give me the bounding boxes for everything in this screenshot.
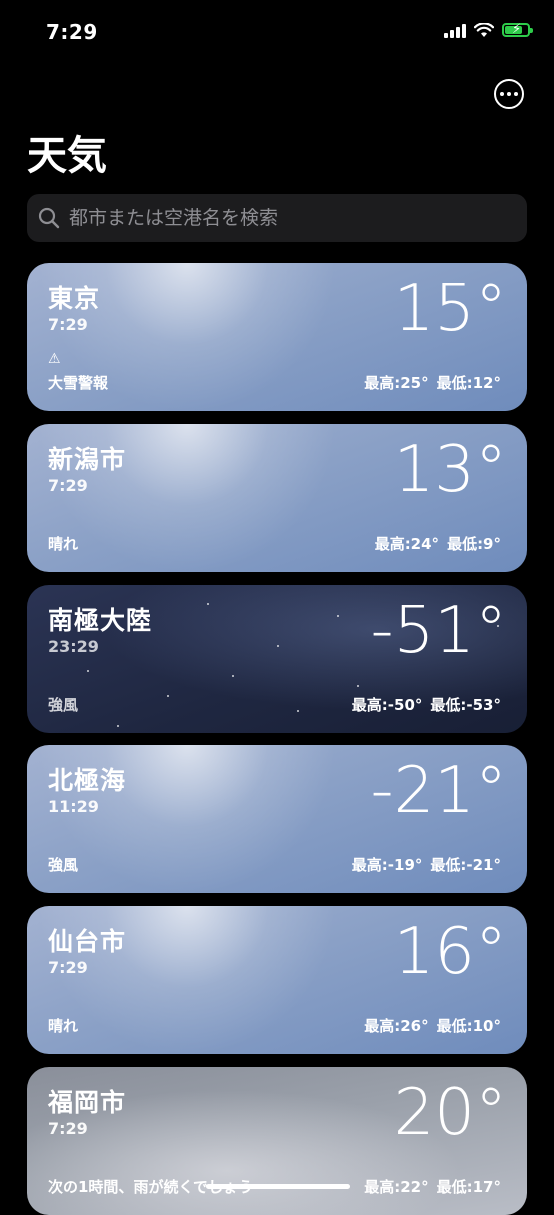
wifi-icon — [474, 22, 494, 37]
high-low: 最高:-19° 最低:-21° — [352, 854, 501, 875]
city-name: 南極大陸 — [48, 606, 153, 635]
location-card-arctic-ocean[interactable]: 北極海 11:29 -21° 強風 最高:-19° 最低:-21° — [27, 745, 527, 893]
cellular-signal-icon — [444, 22, 466, 38]
city-name: 福岡市 — [48, 1088, 127, 1117]
high-temp: 最高:24° — [374, 535, 440, 553]
low-temp: 最低:17° — [436, 1178, 501, 1196]
high-low: 最高:24° 最低:9° — [375, 533, 501, 554]
more-options-button[interactable] — [494, 79, 524, 109]
status-icons: ⚡ — [444, 22, 533, 38]
location-card-fukuoka[interactable]: 福岡市 7:29 20° 次の1時間、雨が続くでしょう 最高:22° 最低:17° — [27, 1067, 527, 1215]
low-temp: 最低:12° — [436, 374, 501, 392]
current-temperature: 20° — [393, 1076, 507, 1150]
dot-icon — [507, 92, 511, 96]
dot-icon — [500, 92, 504, 96]
current-temperature: 15° — [393, 272, 507, 346]
high-low: 最高:25° 最低:12° — [364, 372, 501, 393]
local-time: 7:29 — [48, 315, 88, 334]
page-title: 天気 — [27, 133, 107, 179]
current-temperature: -51° — [370, 594, 507, 668]
local-time: 7:29 — [48, 476, 88, 495]
warning-icon: ⚠ — [48, 351, 61, 367]
location-card-sendai[interactable]: 仙台市 7:29 16° 晴れ 最高:26° 最低:10° — [27, 906, 527, 1054]
local-time: 23:29 — [48, 637, 99, 656]
high-temp: 最高:26° — [364, 1017, 429, 1035]
status-time: 7:29 — [46, 20, 98, 44]
high-low: 最高:22° 最低:17° — [364, 1176, 501, 1197]
low-temp: 最低:9° — [447, 535, 501, 553]
search-bar[interactable] — [27, 194, 527, 242]
condition-text: 大雪警報 — [48, 374, 109, 392]
low-temp: 最低:10° — [436, 1017, 501, 1035]
current-temperature: -21° — [370, 754, 507, 828]
low-temp: 最低:-53° — [430, 696, 501, 714]
local-time: 7:29 — [48, 1119, 88, 1138]
city-name: 新潟市 — [48, 445, 127, 474]
high-low: 最高:26° 最低:10° — [364, 1015, 501, 1036]
condition-text: 強風 — [48, 856, 79, 874]
location-card-tokyo[interactable]: 東京 7:29 15° ⚠ 大雪警報 最高:25° 最低:12° — [27, 263, 527, 411]
location-card-niigata[interactable]: 新潟市 7:29 13° 晴れ 最高:24° 最低:9° — [27, 424, 527, 572]
home-indicator[interactable] — [206, 1184, 350, 1189]
battery-charging-icon: ⚡ — [502, 22, 533, 37]
condition-text: 強風 — [48, 696, 79, 714]
condition-text: 晴れ — [48, 535, 79, 553]
status-bar: 7:29 ⚡ — [0, 0, 554, 70]
high-low: 最高:-50° 最低:-53° — [352, 694, 501, 715]
local-time: 7:29 — [48, 958, 88, 977]
local-time: 11:29 — [48, 797, 99, 816]
location-card-antarctica[interactable]: 南極大陸 23:29 -51° 強風 最高:-50° 最低:-53° — [27, 585, 527, 733]
city-name: 東京 — [48, 284, 101, 313]
high-temp: 最高:22° — [364, 1178, 429, 1196]
search-input[interactable] — [67, 206, 527, 230]
city-name: 仙台市 — [48, 927, 127, 956]
dot-icon — [514, 92, 518, 96]
condition-text: 晴れ — [48, 1017, 79, 1035]
high-temp: 最高:-19° — [351, 856, 423, 874]
high-temp: 最高:-50° — [351, 696, 423, 714]
search-icon — [38, 207, 60, 229]
current-temperature: 16° — [393, 915, 507, 989]
high-temp: 最高:25° — [364, 374, 429, 392]
low-temp: 最低:-21° — [430, 856, 501, 874]
current-temperature: 13° — [393, 433, 507, 507]
city-name: 北極海 — [48, 766, 127, 795]
